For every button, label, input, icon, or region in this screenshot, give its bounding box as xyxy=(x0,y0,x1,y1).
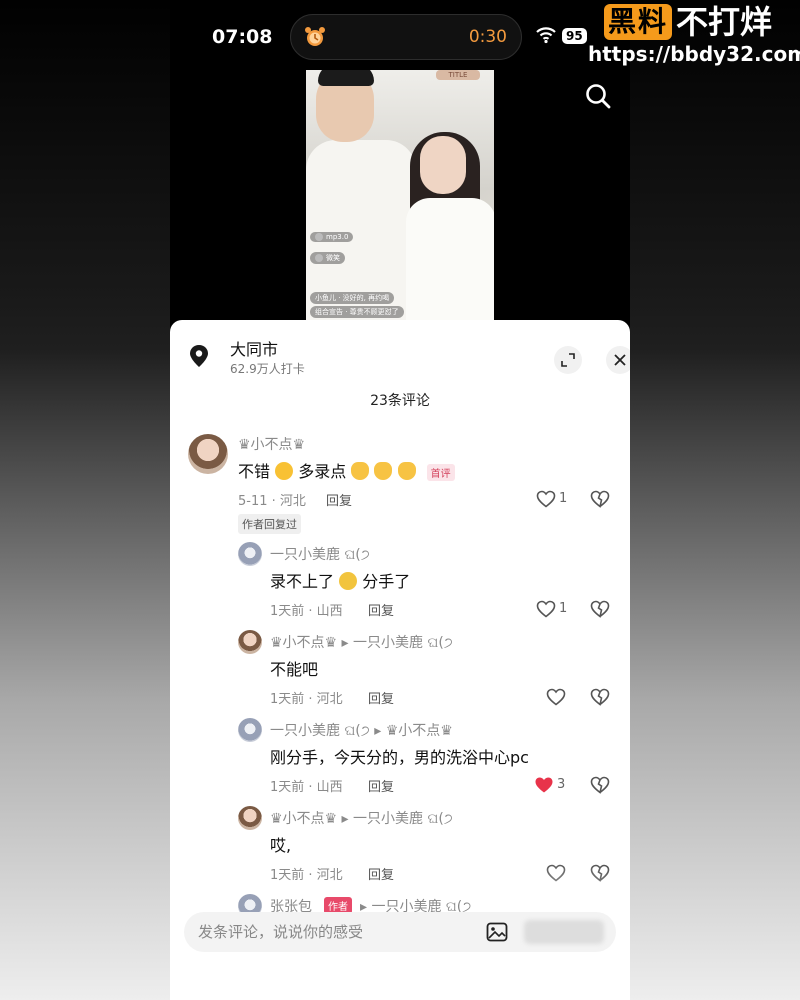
emoji-button-blurred[interactable] xyxy=(524,920,604,944)
reply-button[interactable]: 回复 xyxy=(368,600,394,619)
comment-username[interactable]: 一只小美鹿 ଘ(੭ ▸ ♛小不点♛ xyxy=(270,720,453,740)
reply-item: 一只小美鹿 ଘ(੭ 录不上了 分手了 1天前 · 山西 回复 1 xyxy=(170,540,630,620)
expand-button[interactable] xyxy=(554,346,582,374)
close-button[interactable] xyxy=(606,346,630,374)
reply-button[interactable]: 回复 xyxy=(368,776,394,795)
watermark: 黑料 不打烊 https://bbdy32.com xyxy=(588,3,800,66)
timer-readout: 0:30 xyxy=(468,27,507,47)
avatar[interactable] xyxy=(238,630,262,654)
comment-text: 不能吧 xyxy=(270,660,319,679)
author-badge: 作者 xyxy=(324,897,352,912)
clap-emoji-icon xyxy=(374,462,393,480)
comment-count: 23条评论 xyxy=(370,393,430,409)
liked-heart-icon[interactable] xyxy=(534,776,554,794)
comment-username[interactable]: ♛小不点♛ xyxy=(238,434,305,454)
author-replied-tag: 作者回复过 xyxy=(238,514,301,534)
wifi-icon xyxy=(536,27,556,44)
comment-item: ♛小不点♛ 不错 多录点 首评 5-11 · 河北 回复 1 作者回复过 xyxy=(170,432,630,534)
background-right xyxy=(630,0,800,1000)
reply-target: ▸ 一只小美鹿 ଘ(੭ xyxy=(360,899,472,912)
reply-button[interactable]: 回复 xyxy=(368,864,394,883)
comment-text: 刚分手，今天分的，男的洗浴中心pc xyxy=(270,748,529,767)
watermark-badge: 黑料 xyxy=(603,4,672,40)
live-chat-line: 小鱼儿 · 没好的, 再约喝 xyxy=(310,292,395,304)
background-left xyxy=(0,0,170,1000)
comment-username[interactable]: ♛小不点♛ ▸ 一只小美鹿 ଘ(੭ xyxy=(270,808,453,828)
comment-sheet: 大同市 62.9万人打卡 23条评论 ♛小不点♛ 不错 多录点 首评 5-11 … xyxy=(170,320,630,1000)
like-count: 1 xyxy=(559,601,568,616)
comment-text: 哎, xyxy=(270,836,292,855)
avatar[interactable] xyxy=(238,542,262,566)
watermark-text: 不打烊 xyxy=(676,3,773,41)
comment-meta: 1天前 · 山西 xyxy=(270,604,343,619)
comment-meta: 1天前 · 河北 xyxy=(270,868,343,883)
first-comment-badge: 首评 xyxy=(426,464,455,481)
comment-input-bar[interactable] xyxy=(184,912,616,952)
location-pin-icon xyxy=(190,345,208,367)
phone-screen: 07:08 0:30 95 TITLE mp3.0 微笑 小鱼儿 · 没好的, … xyxy=(170,0,630,1000)
live-chat-line: mp3.0 xyxy=(310,232,354,242)
battery-indicator: 95 xyxy=(562,28,587,44)
clap-emoji-icon xyxy=(397,462,416,480)
reply-item: ♛小不点♛ ▸ 一只小美鹿 ଘ(੭ 不能吧 1天前 · 河北 回复 xyxy=(170,628,630,708)
comment-text: 录不上了 分手了 xyxy=(270,572,411,591)
comment-input[interactable] xyxy=(198,912,488,952)
location-header[interactable]: 大同市 62.9万人打卡 xyxy=(188,334,630,378)
comment-username[interactable]: 张张包 xyxy=(270,896,312,912)
avatar[interactable] xyxy=(238,894,262,912)
like-heart-icon[interactable] xyxy=(536,490,556,508)
comment-meta: 1天前 · 山西 xyxy=(270,780,343,795)
like-count: 3 xyxy=(557,777,566,792)
smile-emoji-icon xyxy=(275,462,294,480)
avatar[interactable] xyxy=(188,434,228,474)
comment-meta: 1天前 · 河北 xyxy=(270,692,343,707)
watermark-url: https://bbdy32.com xyxy=(588,42,800,66)
location-checkins: 62.9万人打卡 xyxy=(230,362,305,376)
avatar[interactable] xyxy=(238,806,262,830)
like-heart-icon[interactable] xyxy=(546,688,566,706)
reply-button[interactable]: 回复 xyxy=(368,688,394,707)
dislike-broken-heart-icon[interactable] xyxy=(590,489,610,509)
like-heart-icon[interactable] xyxy=(536,600,556,618)
live-chat-line: 微笑 xyxy=(310,252,345,264)
live-chat-line: 组合宣告 · 尊贵不顾更怼了 xyxy=(310,306,404,318)
clap-emoji-icon xyxy=(351,462,370,480)
image-icon[interactable] xyxy=(486,922,508,942)
close-icon xyxy=(614,354,626,366)
search-icon[interactable] xyxy=(584,82,612,110)
comment-username[interactable]: ♛小不点♛ ▸ 一只小美鹿 ଘ(੭ xyxy=(270,632,453,652)
dislike-broken-heart-icon[interactable] xyxy=(590,599,610,619)
reply-item: 一只小美鹿 ଘ(੭ ▸ ♛小不点♛ 刚分手，今天分的，男的洗浴中心pc 1天前 … xyxy=(170,716,630,796)
video-tag: TITLE xyxy=(436,70,480,80)
like-count: 1 xyxy=(559,491,568,506)
location-name: 大同市 xyxy=(230,340,279,359)
expand-icon xyxy=(561,353,575,367)
status-bar: 07:08 0:30 95 xyxy=(170,0,630,70)
comment-username[interactable]: 一只小美鹿 ଘ(੭ xyxy=(270,544,370,564)
alarm-clock-icon xyxy=(305,27,325,46)
reply-button[interactable]: 回复 xyxy=(326,490,352,509)
dislike-broken-heart-icon[interactable] xyxy=(590,687,610,707)
dynamic-island[interactable]: 0:30 xyxy=(290,14,522,60)
comment-text: 不错 多录点 首评 xyxy=(238,458,455,482)
status-time: 07:08 xyxy=(212,26,273,48)
video-thumbnail[interactable]: TITLE mp3.0 微笑 小鱼儿 · 没好的, 再约喝 组合宣告 · 尊贵不… xyxy=(306,70,494,325)
avatar[interactable] xyxy=(238,718,262,742)
comment-meta: 5-11 · 河北 xyxy=(238,494,306,509)
dislike-broken-heart-icon[interactable] xyxy=(590,775,610,795)
laughing-crying-emoji-icon xyxy=(339,572,358,590)
